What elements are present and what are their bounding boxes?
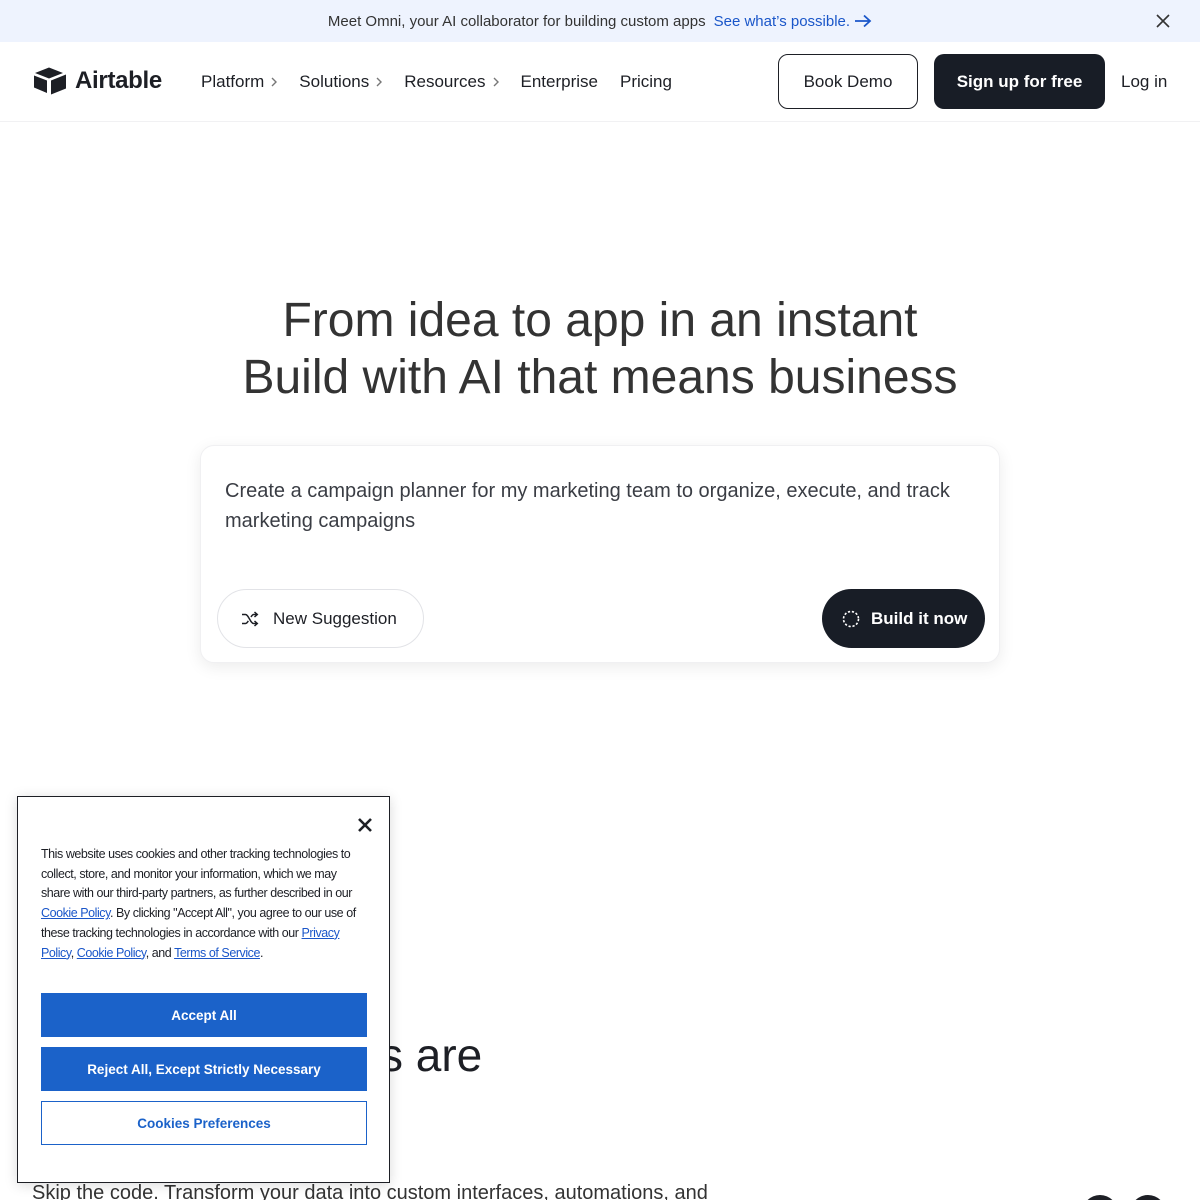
menu-item-platform[interactable]: Platform — [201, 72, 278, 92]
announcement-link-label: See what’s possible. — [713, 12, 851, 30]
cookie-policy-link-2[interactable]: Cookie Policy — [77, 946, 146, 960]
prompt-card: Create a campaign planner for my marketi… — [200, 445, 1000, 663]
menu-item-solutions[interactable]: Solutions — [299, 72, 383, 92]
cookie-text-part: , and — [145, 945, 175, 960]
menu-item-enterprise[interactable]: Enterprise — [521, 72, 598, 92]
chevron-right-icon — [376, 77, 383, 87]
airtable-logo[interactable]: Airtable — [33, 66, 162, 96]
hero-title: From idea to app in an instant Build wit… — [0, 292, 1200, 406]
menu-item-label: Enterprise — [520, 72, 598, 91]
hero-title-line2: Build with AI that means business — [242, 351, 958, 404]
announcement-link[interactable]: See what’s possible. — [714, 13, 872, 30]
build-it-now-label: Build it now — [871, 608, 968, 628]
reject-all-button[interactable]: Reject All, Except Strictly Necessary — [41, 1047, 367, 1091]
accept-all-button[interactable]: Accept All — [41, 993, 367, 1037]
main-menu: Platform Solutions Resources Enterprise … — [201, 42, 694, 122]
carousel-control[interactable] — [1082, 1195, 1118, 1200]
menu-item-label: Pricing — [619, 72, 672, 91]
arrow-right-icon — [855, 14, 872, 28]
chevron-right-icon — [493, 77, 499, 87]
close-icon[interactable] — [357, 817, 373, 833]
new-suggestion-button[interactable]: New Suggestion — [217, 589, 424, 648]
carousel-control[interactable] — [1130, 1195, 1166, 1200]
cookie-text-part: . — [259, 945, 263, 960]
menu-item-label: Platform — [201, 72, 265, 91]
new-suggestion-label: New Suggestion — [273, 608, 397, 628]
menu-item-label: Solutions — [299, 72, 370, 91]
top-navigation: Airtable Platform Solutions Resources En… — [0, 42, 1200, 122]
section-text-fragment: Skip the code. Transform your data into … — [32, 1182, 708, 1200]
airtable-logo-icon — [34, 67, 66, 95]
cookie-consent-dialog: This website uses cookies and other trac… — [17, 796, 390, 1183]
chevron-right-icon — [271, 77, 278, 87]
hero-title-line1: From idea to app in an instant — [282, 294, 918, 347]
close-icon[interactable] — [1154, 12, 1172, 30]
cookie-preferences-button[interactable]: Cookies Preferences — [41, 1101, 367, 1145]
log-in-link[interactable]: Log in — [1121, 72, 1167, 92]
announcement-text: Meet Omni, your AI collaborator for buil… — [327, 12, 706, 30]
cookie-notice-text: This website uses cookies and other trac… — [41, 845, 367, 963]
build-it-now-button[interactable]: Build it now — [822, 589, 985, 648]
sparkle-loader-icon — [842, 610, 860, 627]
shuffle-icon — [242, 610, 259, 627]
cookie-text-part: This website uses cookies and other trac… — [41, 847, 352, 901]
cookie-policy-link[interactable]: Cookie Policy — [41, 906, 110, 920]
sign-up-button[interactable]: Sign up for free — [934, 54, 1105, 109]
announcement-bar: Meet Omni, your AI collaborator for buil… — [0, 0, 1200, 42]
section-heading-fragment: s are — [380, 1029, 483, 1081]
prompt-input[interactable]: Create a campaign planner for my marketi… — [225, 476, 965, 536]
book-demo-button[interactable]: Book Demo — [778, 54, 918, 109]
terms-of-service-link[interactable]: Terms of Service — [174, 946, 260, 960]
menu-item-label: Resources — [404, 72, 486, 91]
menu-item-resources[interactable]: Resources — [404, 72, 499, 92]
menu-item-pricing[interactable]: Pricing — [620, 72, 672, 92]
logo-text: Airtable — [75, 67, 162, 94]
